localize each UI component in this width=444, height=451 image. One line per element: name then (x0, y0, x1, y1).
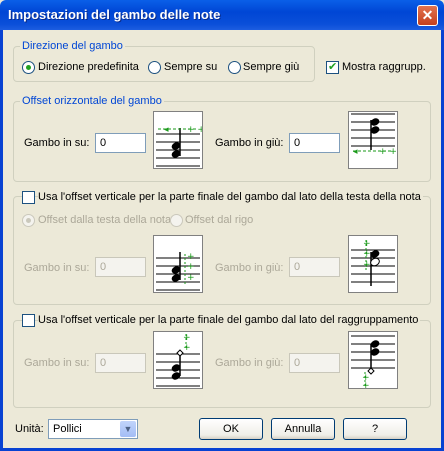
direction-legend: Direzione del gambo (20, 40, 125, 52)
vertical-beam-up-preview: + + (153, 331, 203, 389)
radio-offset-from-staff[interactable] (170, 214, 183, 227)
svg-text:+: + (183, 333, 191, 343)
horizontal-offset-legend: Offset orizzontale del gambo (20, 95, 164, 107)
ok-button[interactable]: OK (199, 418, 263, 440)
svg-text:+: + (187, 262, 195, 272)
svg-text:+ +: + + (379, 147, 397, 157)
radio-offset-from-notehead-label: Offset dalla testa della nota (38, 214, 170, 226)
vertical-head-up-preview-staff: + + + (156, 252, 200, 291)
vertical-beam-down-preview-staff: + + (351, 335, 395, 391)
vertical-beam-down-label: Gambo in giù: (215, 357, 284, 369)
horizontal-down-preview: ◂ + + (348, 111, 398, 169)
show-beaming-label: Mostra raggrupp. (342, 61, 426, 73)
vertical-head-up-preview: + + + (153, 235, 203, 293)
horizontal-up-input[interactable] (95, 133, 146, 153)
help-button[interactable]: ? (343, 418, 407, 440)
svg-text:+ +: + + (187, 125, 202, 135)
radio-offset-from-staff-label: Offset dal rigo (185, 214, 254, 226)
svg-text:+: + (183, 343, 191, 353)
vertical-beam-down-input[interactable] (289, 353, 340, 373)
svg-text:+: + (363, 260, 371, 270)
horizontal-down-input[interactable] (289, 133, 340, 153)
radio-default-direction-label: Direzione predefinita (38, 61, 139, 73)
horizontal-down-label: Gambo in giù: (215, 137, 284, 149)
radio-always-down[interactable] (228, 61, 241, 74)
vertical-beam-down-preview: + + (348, 331, 398, 391)
vertical-beam-checkbox[interactable] (22, 314, 35, 327)
units-select[interactable]: Pollici ▼ (48, 419, 138, 439)
vertical-head-up-input[interactable] (95, 257, 146, 277)
radio-default-direction[interactable] (22, 61, 35, 74)
radio-offset-from-notehead[interactable] (22, 214, 35, 227)
vertical-beam-up-label: Gambo in su: (24, 357, 90, 369)
close-icon: ✕ (421, 7, 434, 23)
vertical-beam-up-preview-staff: + + (156, 333, 200, 387)
show-beaming-checkbox[interactable] (326, 60, 339, 74)
radio-always-down-label: Sempre giù (243, 61, 300, 73)
vertical-head-down-preview-staff: + + + (351, 239, 395, 286)
vertical-beam-checkbox-label: Usa l'offset verticale per la parte fina… (38, 314, 421, 326)
svg-text:◂: ◂ (353, 147, 358, 157)
horizontal-up-preview-staff: ◂ + + (156, 125, 205, 167)
svg-text:+: + (363, 249, 371, 259)
svg-text:+: + (362, 381, 370, 388)
vertical-head-down-input[interactable] (289, 257, 340, 277)
vertical-head-checkbox[interactable] (22, 191, 35, 204)
window-title: Impostazioni del gambo delle note (8, 7, 221, 22)
close-button[interactable]: ✕ (417, 5, 438, 26)
vertical-head-up-label: Gambo in su: (24, 262, 90, 274)
vertical-head-down-label: Gambo in giù: (215, 262, 284, 274)
cancel-button[interactable]: Annulla (271, 418, 335, 440)
radio-always-up-label: Sempre su (164, 61, 218, 73)
units-select-value: Pollici (53, 423, 82, 435)
svg-text:+: + (363, 239, 371, 249)
vertical-head-checkbox-label: Usa l'offset verticale per la parte fina… (38, 191, 423, 203)
vertical-beam-up-input[interactable] (95, 353, 146, 373)
horizontal-up-label: Gambo in su: (24, 137, 90, 149)
horizontal-down-preview-staff: ◂ + + (351, 113, 397, 157)
chevron-down-icon[interactable]: ▼ (120, 421, 136, 437)
title-bar: Impostazioni del gambo delle note ✕ (0, 0, 444, 30)
units-label: Unità: (15, 423, 44, 435)
svg-text:+: + (187, 252, 195, 262)
horizontal-up-preview: ◂ + + (153, 111, 205, 169)
svg-text:◂: ◂ (164, 125, 169, 135)
vertical-head-down-preview: + + + (348, 235, 398, 293)
radio-always-up[interactable] (148, 61, 161, 74)
svg-text:+: + (187, 273, 195, 283)
